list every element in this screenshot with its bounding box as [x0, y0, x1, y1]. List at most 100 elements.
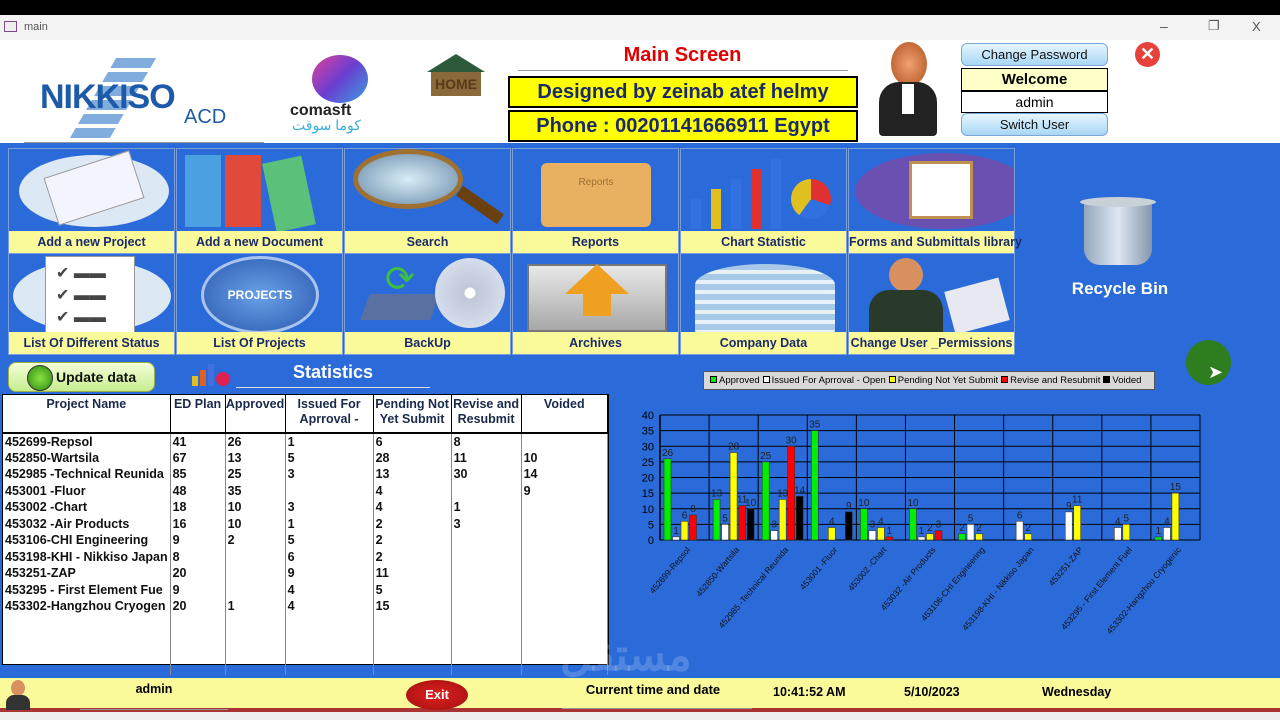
table-cell	[451, 548, 522, 565]
table-row[interactable]: 453198-KHI - Nikkiso Japan 8 6 2	[3, 548, 609, 565]
legend-label: Issued For Aprroval - Open	[771, 375, 886, 386]
bar-pending-not-yet-submit	[926, 533, 934, 541]
table-cell: 67	[170, 449, 226, 466]
table-cell: 26	[225, 433, 286, 450]
data-label: 11	[1072, 495, 1083, 506]
x-tick-label: 453001 -Fluor	[798, 545, 840, 592]
tile-forms-and-submittals-library[interactable]: Forms and Submittals library	[848, 148, 1022, 254]
exit-button[interactable]: Exit	[406, 680, 468, 710]
close-window-button[interactable]: X	[1252, 19, 1261, 34]
tile-label: Archives	[513, 332, 678, 354]
table-cell: 453001 -Fluor	[3, 482, 171, 499]
tile-archives[interactable]: Archives	[512, 253, 679, 355]
table-cell: 1	[285, 515, 374, 532]
recycle-bin-icon[interactable]	[1078, 195, 1160, 270]
switch-user-button[interactable]: Switch User	[961, 113, 1108, 136]
chart-legend: Approved Issued For Aprroval - Open Pendin…	[703, 371, 1155, 390]
table-cell: 2	[225, 532, 286, 549]
data-label: 4	[829, 517, 835, 528]
data-label: 2	[927, 523, 933, 534]
bar-issued-for-aprroval-open	[770, 530, 778, 541]
bar-pending-not-yet-submit	[778, 499, 787, 541]
table-row[interactable]: 453032 -Air Products 16 10 1 2 3	[3, 515, 609, 532]
tile-add-a-new-document[interactable]: Add a new Document	[176, 148, 343, 254]
table-row[interactable]: 452985 -Technical Reunida 85 25 3 13 30 14	[3, 466, 609, 483]
table-cell: 9	[285, 565, 374, 582]
table-cell: 48	[170, 482, 226, 499]
table-row[interactable]: 453302-Hangzhou Cryogen 20 1 4 15	[3, 598, 609, 615]
bar-pending-not-yet-submit	[877, 527, 885, 541]
table-cell: 6	[285, 548, 374, 565]
home-icon[interactable]: HOME	[427, 54, 485, 96]
table-cell	[521, 565, 609, 582]
table-row[interactable]: 453251-ZAP 20 9 11	[3, 565, 609, 582]
maximize-button[interactable]: ❐	[1208, 18, 1220, 34]
table-cell: 453198-KHI - Nikkiso Japan	[3, 548, 171, 565]
table-cell: 18	[170, 499, 226, 516]
table-row[interactable]: 452699-Repsol 41 26 1 6 8	[3, 433, 609, 450]
data-label: 15	[1170, 482, 1182, 493]
data-label: 13	[711, 488, 723, 499]
tile-change-user-permissions[interactable]: Change User _Permissions	[848, 253, 1015, 355]
table-row[interactable]: 453106-CHI Engineering 9 2 5 2	[3, 532, 609, 549]
data-label: 1	[673, 526, 679, 537]
tile-search[interactable]: Search	[344, 148, 511, 254]
bar-revise-and-resubmit	[934, 530, 943, 541]
tile-list-of-different-status[interactable]: ✔ ▬▬ ✔ ▬▬ ✔ ▬▬ List Of Different Status	[8, 253, 175, 355]
close-app-icon[interactable]: ✕	[1135, 42, 1160, 67]
legend-swatch	[1001, 376, 1009, 383]
bar-issued-for-aprroval-open	[966, 524, 975, 541]
tile-label: List Of Projects	[177, 332, 342, 354]
bar-approved	[761, 461, 770, 541]
legend-swatch	[710, 376, 717, 383]
tile-reports[interactable]: Reports Reports	[512, 148, 679, 254]
column-header: ED Plan	[170, 395, 226, 434]
header: NIKKISO ACD comasft كوما سوفت HOME Main …	[0, 40, 1280, 143]
x-tick-label: 453002 -Chart	[846, 544, 889, 593]
x-tick-label: 452850-Wartsila	[694, 545, 741, 599]
data-label: 28	[728, 442, 740, 453]
update-data-button[interactable]: Update data	[8, 362, 155, 392]
current-day: Wednesday	[1042, 685, 1112, 699]
welcome-label: Welcome	[961, 68, 1108, 91]
table-row[interactable]: 453002 -Chart 18 10 3 4 1	[3, 499, 609, 516]
table-cell: 9	[521, 482, 609, 499]
bar-approved	[909, 508, 917, 541]
table-cell: 453106-CHI Engineering	[3, 532, 171, 549]
table-cell	[451, 598, 522, 615]
table-cell: 4	[285, 581, 374, 598]
bar-approved	[810, 430, 819, 541]
recycle-bin-label[interactable]: Recycle Bin	[1060, 279, 1180, 299]
user-icon	[4, 680, 32, 710]
blueprint-icon	[9, 149, 174, 231]
table-cell: 11	[451, 449, 522, 466]
table-cell: 8	[170, 548, 226, 565]
data-label: 14	[794, 485, 806, 496]
table-row[interactable]: 453001 -Fluor 48 35 4 9	[3, 482, 609, 499]
legend-swatch	[888, 376, 896, 383]
tile-label: Add a new Project	[9, 231, 174, 253]
table-cell: 11	[373, 565, 452, 582]
footer-user: admin	[135, 682, 173, 696]
time-label: Current time and date	[585, 682, 721, 697]
change-password-button[interactable]: Change Password	[961, 43, 1108, 66]
minimize-button[interactable]: –	[1160, 18, 1168, 34]
table-row[interactable]: 453295 - First Element Fue 9 4 5	[3, 581, 609, 598]
tile-chart-statistic[interactable]: Chart Statistic	[680, 148, 847, 254]
tile-company-data[interactable]: Company Data	[680, 253, 847, 355]
table-cell: 30	[451, 466, 522, 483]
table-cell: 452699-Repsol	[3, 433, 171, 450]
table-cell: 5	[373, 581, 452, 598]
tile-add-a-new-project[interactable]: Add a new Project	[8, 148, 175, 254]
y-tick-label: 25	[642, 457, 654, 469]
building-icon	[681, 254, 846, 332]
data-label: 6	[1017, 510, 1023, 521]
clipboard-icon	[849, 149, 1014, 231]
table-cell	[521, 581, 609, 598]
table-cell: 15	[373, 598, 452, 615]
data-label: 4	[878, 517, 884, 528]
table-row[interactable]: 452850-Wartsila 67 13 5 28 11 10	[3, 449, 609, 466]
tile-list-of-projects[interactable]: PROJECTS List Of Projects	[176, 253, 343, 355]
bar-pending-not-yet-submit	[680, 520, 689, 541]
tile-backup[interactable]: ⟳ BackUp	[344, 253, 511, 355]
